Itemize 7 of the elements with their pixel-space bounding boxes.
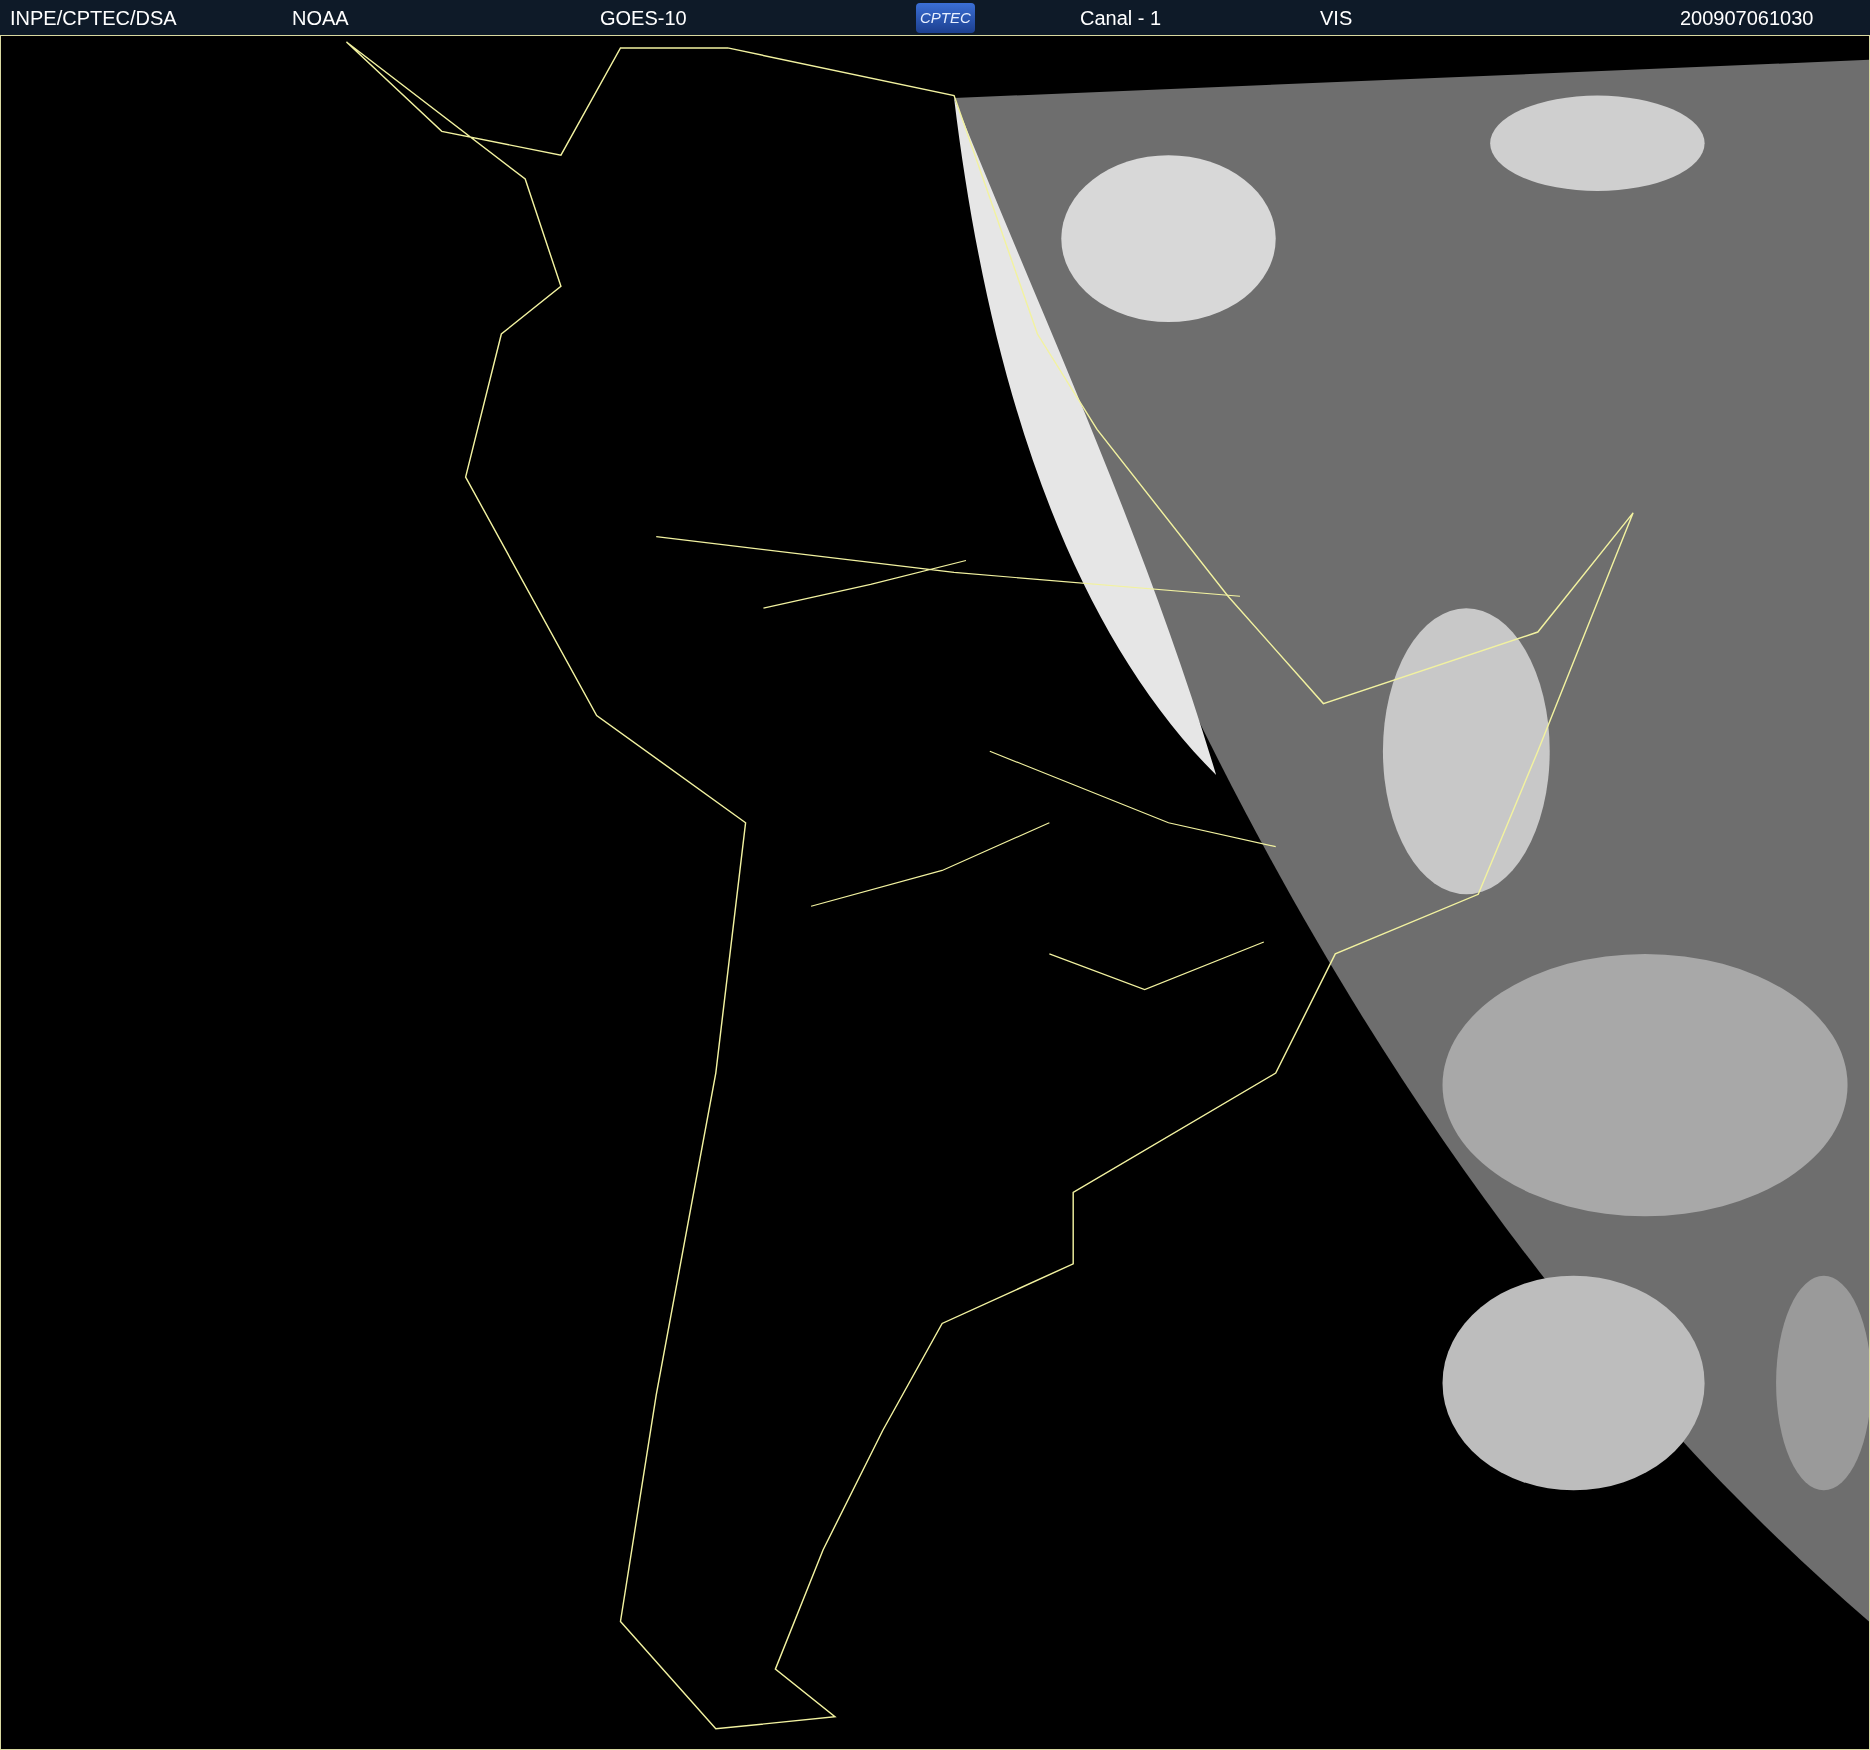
header-label: Canal - 1 [1080, 5, 1162, 31]
header-label: NOAA [292, 5, 349, 31]
logo: CPTEC [916, 2, 975, 33]
header-label: INPE/CPTEC/DSA [10, 5, 177, 31]
header-label: VIS [1320, 5, 1353, 31]
header-label: 200907061030 [1680, 5, 1814, 31]
header-label: GOES-10 [600, 5, 687, 31]
